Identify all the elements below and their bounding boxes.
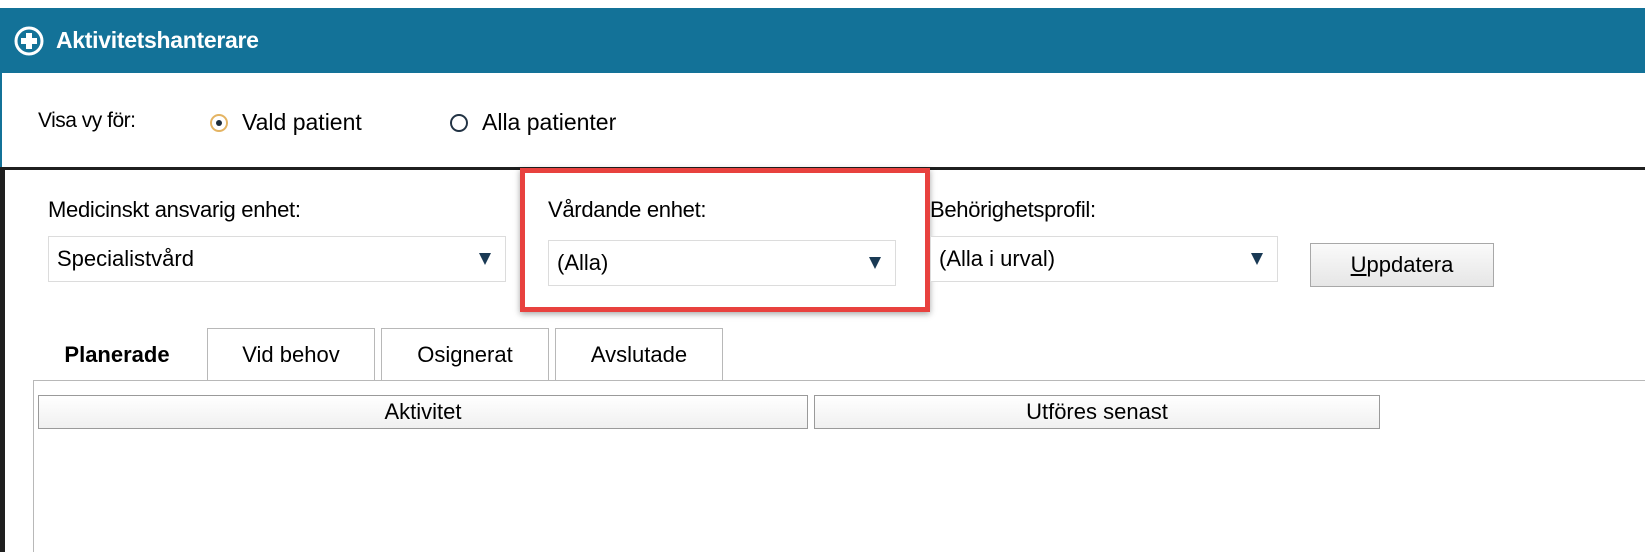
tab-vid-behov[interactable]: Vid behov	[207, 328, 375, 380]
view-selector: Visa vy för: Vald patient Alla patienter	[0, 73, 1645, 167]
medical-unit-label: Medicinskt ansvarig enhet:	[48, 197, 301, 222]
medical-unit-value: Specialistvård	[57, 246, 194, 271]
column-header-label: Aktivitet	[384, 399, 462, 424]
radio-checked-icon	[210, 113, 228, 132]
tab-label: Avslutade	[590, 341, 688, 367]
activity-manager-window: Aktivitetshanterare Visa vy för: Vald pa…	[0, 0, 1645, 552]
column-header-label: Utföres senast	[1026, 399, 1168, 424]
column-header-utfores-senast[interactable]: Utföres senast	[814, 395, 1380, 429]
update-button-label: ppdatera	[1366, 252, 1454, 277]
tab-label: Osignerat	[417, 341, 513, 367]
profile-value: (Alla i urval)	[939, 246, 1056, 271]
radio-all-patients[interactable]: Alla patienter	[450, 109, 616, 136]
view-label: Visa vy för:	[38, 109, 136, 132]
dropdown-arrow-icon	[479, 253, 491, 265]
highlight-box	[520, 168, 930, 312]
update-button-mnemonic: U	[1350, 252, 1367, 277]
window-title: Aktivitetshanterare	[56, 27, 259, 53]
dropdown-arrow-icon	[1251, 253, 1263, 265]
update-button[interactable]: Uppdatera	[1310, 243, 1494, 287]
radio-selected-patient[interactable]: Vald patient	[210, 109, 362, 136]
profile-select[interactable]: (Alla i urval)	[930, 236, 1278, 282]
tab-content: Aktivitet Utföres senast	[33, 380, 1645, 552]
tab-label: Planerade	[64, 341, 170, 367]
radio-unchecked-icon	[450, 113, 468, 132]
top-strip	[0, 0, 1645, 8]
tab-label: Vid behov	[242, 341, 340, 367]
tab-planerade[interactable]: Planerade	[33, 328, 201, 380]
column-header-aktivitet[interactable]: Aktivitet	[38, 395, 808, 429]
profile-label: Behörighetsprofil:	[930, 197, 1096, 222]
tab-avslutade[interactable]: Avslutade	[555, 328, 723, 380]
radio-label: Vald patient	[242, 109, 362, 135]
filter-panel: Medicinskt ansvarig enhet: Specialistvår…	[0, 167, 1645, 552]
medical-unit-select[interactable]: Specialistvård	[48, 236, 506, 282]
title-bar: Aktivitetshanterare	[0, 8, 1645, 73]
radio-label: Alla patienter	[482, 109, 617, 135]
tab-bar: Planerade Vid behov Osignerat Avslutade	[33, 328, 729, 380]
tab-osignerat[interactable]: Osignerat	[381, 328, 549, 380]
plus-circle-icon	[14, 26, 44, 55]
